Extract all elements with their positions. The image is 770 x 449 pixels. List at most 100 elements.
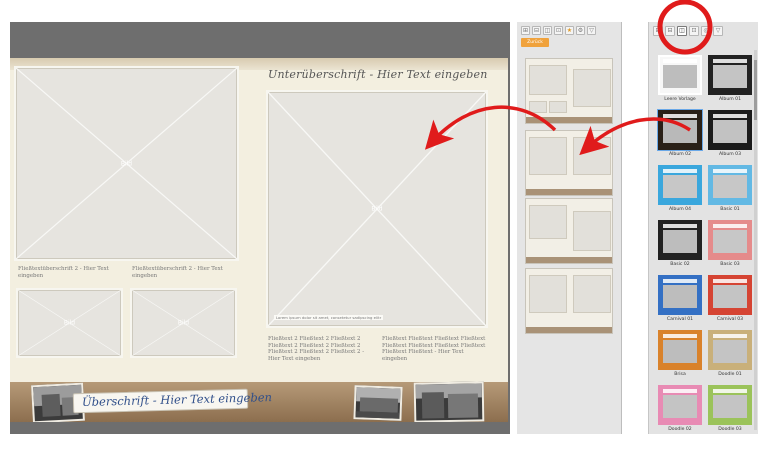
mini-strip: [526, 327, 612, 333]
tab-grid-icon[interactable]: ⊞: [653, 26, 663, 36]
template-item[interactable]: Leere Vorlage: [658, 55, 702, 102]
template-name: Basic 01: [720, 207, 740, 212]
layout-thumbnail[interactable]: [525, 130, 613, 196]
template-titlebar: [713, 279, 747, 283]
template-name: Carnival 01: [666, 317, 694, 322]
template-titlebar: [663, 334, 697, 338]
template-item[interactable]: Basic 03: [708, 220, 752, 267]
layout-thumbnail[interactable]: [525, 268, 613, 334]
template-item[interactable]: Basic 01: [708, 165, 752, 212]
filter-icon[interactable]: ▽: [587, 26, 596, 35]
image-placeholder-small-left[interactable]: Bild: [16, 288, 123, 358]
template-titlebar: [713, 224, 747, 228]
template-photo-area: [713, 395, 747, 418]
template-name: Basic 03: [720, 262, 740, 267]
template-titlebar: [663, 114, 697, 118]
template-name: Album 02: [668, 152, 692, 157]
layout-toolbar: ⊞ ⊟ ◫ ⊡ ★ ⚙ ▽: [521, 26, 596, 36]
template-thumbnail[interactable]: [708, 55, 752, 95]
template-item[interactable]: Carnival 03: [708, 275, 752, 322]
mini-placeholder: [529, 101, 547, 113]
editor-canvas[interactable]: Bild Unterüberschrift - Hier Text eingeb…: [10, 22, 510, 434]
template-photo-area: [663, 340, 697, 363]
album-page[interactable]: Bild Unterüberschrift - Hier Text eingeb…: [10, 58, 508, 422]
grid-icon[interactable]: ⊞: [521, 26, 530, 35]
mini-placeholder: [573, 69, 611, 107]
placeholder-label: Bild: [177, 319, 190, 327]
image-placeholder-small-right[interactable]: Bild: [130, 288, 237, 358]
tab-spread-icon[interactable]: ◫: [677, 26, 687, 36]
template-photo-area: [663, 65, 697, 88]
image-caption[interactable]: Lorem ipsum dolor sit amet, consetetur s…: [274, 315, 384, 320]
template-photo-area: [713, 285, 747, 308]
layout-thumbnail[interactable]: [525, 198, 613, 264]
template-titlebar: [713, 59, 747, 63]
template-item[interactable]: Album 04: [658, 165, 702, 212]
template-thumbnail[interactable]: [708, 275, 752, 315]
template-photo-area: [713, 175, 747, 198]
template-name: Leere Vorlage: [664, 97, 696, 102]
template-thumbnail[interactable]: [658, 110, 702, 150]
tab-frame-icon[interactable]: ⊡: [689, 26, 699, 36]
template-thumbnail[interactable]: [708, 220, 752, 260]
tab-gear-icon[interactable]: ◎: [701, 26, 711, 36]
template-thumbnail[interactable]: [658, 275, 702, 315]
template-item[interactable]: Basic 02: [658, 220, 702, 267]
photo-right[interactable]: [413, 381, 485, 422]
placeholder-label: Bild: [63, 319, 76, 327]
page-icon[interactable]: ⊟: [532, 26, 541, 35]
star-icon[interactable]: ★: [565, 26, 574, 35]
template-item[interactable]: Album 03: [708, 110, 752, 157]
mini-placeholder: [549, 101, 567, 113]
image-placeholder-large-left[interactable]: Bild: [14, 66, 239, 261]
page-subtitle[interactable]: Unterüberschrift - Hier Text eingeben: [268, 68, 488, 81]
template-titlebar: [663, 279, 697, 283]
spread-icon[interactable]: ◫: [543, 26, 552, 35]
template-item[interactable]: Album 01: [708, 55, 752, 102]
template-thumbnail[interactable]: [708, 165, 752, 205]
template-thumbnail[interactable]: [658, 220, 702, 260]
templates-scrollbar[interactable]: [754, 50, 757, 430]
back-button[interactable]: Zurück: [521, 38, 549, 47]
frame-icon[interactable]: ⊡: [554, 26, 563, 35]
gear-icon[interactable]: ⚙: [576, 26, 585, 35]
body-text-right[interactable]: Fließtext Fließtext Fließtext Fließtext …: [382, 336, 488, 362]
template-item[interactable]: Brisa: [658, 330, 702, 377]
body-text-left[interactable]: Fließtext 2 Fließtext 2 Fließtext 2 Flie…: [268, 336, 376, 362]
template-item[interactable]: Carnival 01: [658, 275, 702, 322]
template-photo-area: [663, 230, 697, 253]
template-name: Album 01: [718, 97, 742, 102]
template-thumbnail[interactable]: [708, 385, 752, 425]
tab-page-icon[interactable]: ⊟: [665, 26, 675, 36]
template-thumbnail[interactable]: [708, 330, 752, 370]
mini-placeholder: [573, 137, 611, 175]
caption-left[interactable]: Fließtextüberschrift 2 - Hier Text einge…: [18, 266, 118, 279]
template-item[interactable]: Album 02: [658, 110, 702, 157]
template-photo-area: [663, 285, 697, 308]
placeholder-label: Bild: [371, 205, 383, 213]
template-thumbnail[interactable]: [658, 165, 702, 205]
app-window: Bild Unterüberschrift - Hier Text eingeb…: [0, 0, 770, 449]
templates-panel: ⊞ ⊟ ◫ ⊡ ◎ ▽ Leere Vorlage Album 01 Album 0…: [648, 22, 758, 434]
template-thumbnail[interactable]: [658, 330, 702, 370]
template-thumbnail[interactable]: [708, 110, 752, 150]
template-photo-area: [663, 120, 697, 143]
scroll-thumb[interactable]: [754, 60, 757, 120]
template-titlebar: [713, 114, 747, 118]
template-thumbnail[interactable]: [658, 55, 702, 95]
page-title[interactable]: Überschrift - Hier Text eingeben: [82, 390, 272, 409]
template-titlebar: [713, 334, 747, 338]
tab-filter-icon[interactable]: ▽: [713, 26, 723, 36]
template-name: Basic 02: [670, 262, 690, 267]
template-item[interactable]: Doodle 01: [708, 330, 752, 377]
photo-middle[interactable]: [353, 385, 403, 421]
template-item[interactable]: Doodle 02: [658, 385, 702, 432]
layout-thumbnail[interactable]: [525, 58, 613, 124]
template-thumbnail[interactable]: [658, 385, 702, 425]
caption-right[interactable]: Fließtextüberschrift 2 - Hier Text einge…: [132, 266, 232, 279]
template-item[interactable]: Doodle 03: [708, 385, 752, 432]
image-placeholder-large-right[interactable]: Bild Lorem ipsum dolor sit amet, consete…: [266, 90, 488, 328]
mini-placeholder: [529, 137, 567, 175]
template-photo-area: [713, 120, 747, 143]
template-name: Doodle 02: [668, 427, 692, 432]
